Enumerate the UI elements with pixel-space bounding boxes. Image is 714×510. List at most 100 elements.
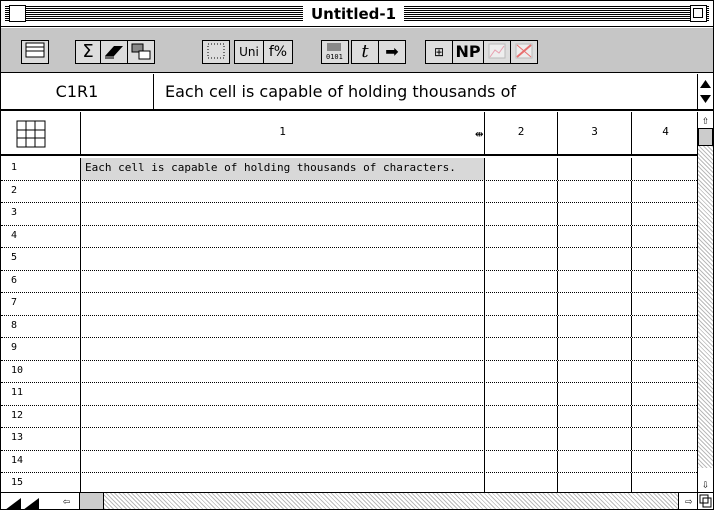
cell[interactable] (81, 225, 485, 247)
split-pane-icon[interactable] (5, 494, 55, 509)
spreadsheet-grid: 1 ⇹ 2 3 4 1 Each cell is capable of hold… (1, 112, 699, 492)
cell[interactable] (558, 225, 632, 247)
cell[interactable] (558, 180, 632, 202)
cell[interactable] (81, 270, 485, 292)
row-header[interactable]: 4 (1, 225, 81, 247)
cell[interactable] (558, 270, 632, 292)
cell[interactable] (485, 203, 558, 225)
formula-scroll-icon[interactable] (697, 74, 713, 109)
vertical-scrollbar[interactable]: ⇧ ⇩ (697, 112, 713, 492)
cell[interactable] (485, 270, 558, 292)
cell[interactable] (485, 473, 558, 492)
scroll-up-icon[interactable]: ⇧ (698, 112, 713, 128)
cell[interactable] (485, 338, 558, 360)
close-box-icon[interactable] (9, 5, 26, 22)
cell[interactable] (81, 450, 485, 472)
cell[interactable] (558, 383, 632, 405)
sum-icon[interactable]: Σ (75, 40, 101, 64)
cell[interactable] (558, 248, 632, 270)
column-header-1[interactable]: 1 (81, 112, 485, 156)
cell[interactable] (558, 428, 632, 450)
row-header[interactable]: 14 (1, 450, 81, 472)
row-header[interactable]: 2 (1, 180, 81, 202)
cell-reference[interactable]: C1R1 (1, 74, 154, 109)
cell[interactable] (485, 428, 558, 450)
chart-icon[interactable] (483, 40, 511, 64)
cell[interactable] (485, 293, 558, 315)
row-header[interactable]: 12 (1, 405, 81, 427)
formula-input[interactable]: Each cell is capable of holding thousand… (155, 74, 695, 109)
column-resize-icon[interactable]: ⇹ (475, 126, 483, 142)
cell[interactable] (81, 248, 485, 270)
vertical-scroll-track[interactable] (698, 128, 713, 468)
text-tool-icon[interactable]: t (351, 40, 379, 64)
cell[interactable] (558, 315, 632, 337)
cell[interactable] (485, 225, 558, 247)
cell[interactable] (485, 180, 558, 202)
cell[interactable] (81, 180, 485, 202)
grid-dots-icon[interactable] (202, 40, 230, 64)
cell[interactable] (485, 383, 558, 405)
cell[interactable] (81, 293, 485, 315)
resize-grow-icon[interactable] (697, 493, 713, 509)
cell[interactable] (485, 315, 558, 337)
cell-r1c1[interactable]: Each cell is capable of holding thousand… (81, 158, 485, 180)
row-header[interactable]: 5 (1, 248, 81, 270)
scroll-left-icon[interactable]: ⇦ (59, 493, 74, 509)
scroll-right-icon[interactable]: ⇨ (681, 493, 696, 509)
cell[interactable] (485, 360, 558, 382)
zoom-box-icon[interactable] (690, 5, 707, 22)
arrow-right-icon[interactable]: ➡ (378, 40, 406, 64)
cell[interactable] (485, 450, 558, 472)
horizontal-scroll-thumb[interactable] (80, 493, 104, 509)
column-header-3[interactable]: 3 (558, 112, 632, 156)
table-row: 14 (1, 450, 699, 473)
column-header-2[interactable]: 2 (485, 112, 558, 156)
cell[interactable] (81, 473, 485, 492)
row-header[interactable]: 3 (1, 203, 81, 225)
cell[interactable] (558, 450, 632, 472)
select-all-corner[interactable] (1, 112, 81, 156)
scroll-down-icon[interactable]: ⇩ (698, 476, 713, 492)
title-bar[interactable]: Untitled-1 (1, 1, 713, 27)
cell[interactable] (558, 203, 632, 225)
horizontal-scrollbar[interactable] (79, 493, 679, 509)
cell[interactable] (81, 338, 485, 360)
cell[interactable] (485, 405, 558, 427)
row-header[interactable]: 13 (1, 428, 81, 450)
cell[interactable] (558, 360, 632, 382)
cell[interactable] (485, 158, 558, 180)
cell[interactable] (632, 158, 699, 180)
row-header[interactable]: 8 (1, 315, 81, 337)
cell[interactable] (485, 248, 558, 270)
unicode-button[interactable]: Uni (234, 40, 264, 64)
cell[interactable] (81, 405, 485, 427)
cell[interactable] (558, 158, 632, 180)
cell[interactable] (81, 203, 485, 225)
worksheet-icon[interactable] (21, 40, 49, 64)
cell-format-icon[interactable] (127, 40, 155, 64)
binary-icon[interactable]: 0101 (321, 40, 349, 64)
function-button[interactable]: f% (263, 40, 293, 64)
vertical-scroll-thumb[interactable] (698, 128, 713, 146)
row-header[interactable]: 11 (1, 383, 81, 405)
np-button[interactable]: NP (452, 40, 484, 64)
row-header[interactable]: 6 (1, 270, 81, 292)
row-header[interactable]: 9 (1, 338, 81, 360)
cell[interactable] (558, 473, 632, 492)
row-header[interactable]: 10 (1, 360, 81, 382)
table-icon[interactable]: ⊞ (425, 40, 453, 64)
column-header-4[interactable]: 4 (632, 112, 699, 156)
eraser-icon[interactable] (100, 40, 128, 64)
row-header[interactable]: 7 (1, 293, 81, 315)
cell[interactable] (558, 338, 632, 360)
no-chart-icon[interactable] (510, 40, 538, 64)
cell[interactable] (81, 315, 485, 337)
cell[interactable] (558, 293, 632, 315)
row-header[interactable]: 15 (1, 473, 81, 492)
cell[interactable] (81, 360, 485, 382)
cell[interactable] (558, 405, 632, 427)
cell[interactable] (81, 428, 485, 450)
row-header[interactable]: 1 (1, 158, 81, 180)
cell[interactable] (81, 383, 485, 405)
